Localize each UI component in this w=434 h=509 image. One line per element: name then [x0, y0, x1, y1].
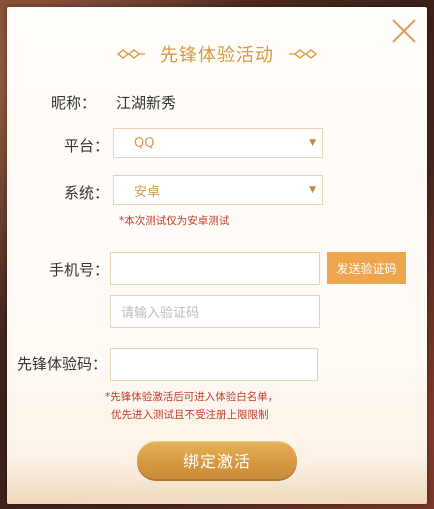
nickname-label: 昵称： [51, 94, 97, 112]
verification-code-placeholder: 请输入验证码 [121, 306, 200, 321]
pioneer-code-note-2: 优先进入测试且不受注册上限限制 [111, 409, 269, 421]
chevron-down-icon: ▼ [309, 138, 316, 148]
phone-input[interactable] [110, 252, 320, 285]
ornament-left-icon [116, 49, 145, 59]
dialog-header: 先锋体验活动 [7, 41, 427, 67]
platform-select[interactable]: QQ ▼ [113, 128, 323, 158]
activation-dialog: 先锋体验活动 昵称： 江湖新秀 平台： QQ ▼ 系统： 安卓 ▼ *本次测试仅… [7, 7, 427, 504]
nickname-value: 江湖新秀 [116, 94, 177, 112]
phone-label: 手机号： [49, 261, 110, 279]
close-icon[interactable] [390, 17, 418, 45]
system-label: 系统： [64, 184, 110, 202]
send-code-button[interactable]: 发送验证码 [327, 252, 406, 284]
platform-select-value: QQ [134, 135, 155, 151]
chevron-down-icon: ▼ [309, 185, 316, 195]
pioneer-code-note-1: *先锋体验激活后可进入体验白名单， [105, 391, 279, 403]
platform-label: 平台： [64, 137, 110, 155]
verification-code-input[interactable]: 请输入验证码 [110, 295, 320, 328]
pioneer-code-input[interactable] [110, 348, 318, 381]
dialog-title: 先锋体验活动 [160, 45, 274, 66]
system-note: *本次测试仅为安卓测试 [119, 215, 230, 227]
pioneer-code-label: 先锋体验码： [17, 355, 108, 373]
system-select-value: 安卓 [134, 184, 161, 200]
ornament-right-icon [289, 49, 318, 59]
bind-activate-button[interactable]: 绑定激活 [137, 441, 297, 479]
system-select[interactable]: 安卓 ▼ [113, 175, 323, 205]
